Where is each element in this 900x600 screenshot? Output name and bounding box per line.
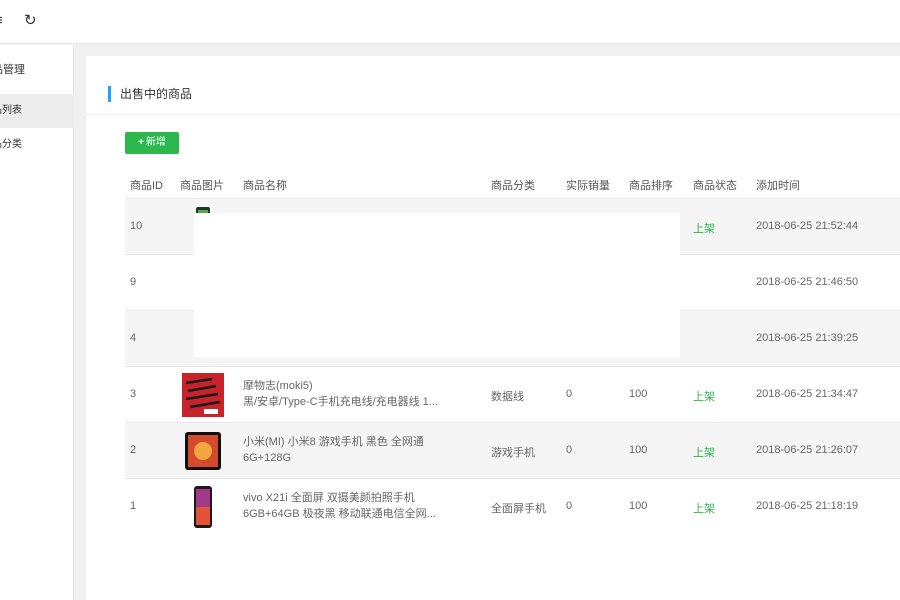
cell-time: 2018-06-25 21:26:07 [756, 444, 859, 456]
add-button-label: 新增 [145, 137, 166, 148]
cell-category: 全面屏手机 [491, 503, 546, 515]
cell-name: 摩物志(moki5) 黑/安卓/Type-C手机充电线/充电器线 1... [243, 378, 458, 410]
page-title: 出售中的商品 [108, 86, 192, 102]
cell-time: 2018-06-25 21:52:44 [756, 220, 859, 232]
cell-sort: 100 [629, 500, 648, 512]
cell-sort: 100 [629, 388, 648, 400]
table-row[interactable]: 1 vivo X21i 全面屏 双摄美颜拍照手机 6GB+64GB 极夜黑 移动… [125, 478, 900, 534]
table-row[interactable]: 2 小米(MI) 小米8 游戏手机 黑色 全网通 6G+128G 游戏手机 0 … [125, 422, 900, 478]
status-badge[interactable]: 上架 [693, 220, 715, 236]
product-name-line2: 6GB+64GB 极夜黑 移动联通电信全网... [243, 508, 436, 520]
cell-category: 数据线 [491, 391, 524, 403]
cell-name: 小米(MI) 小米8 游戏手机 黑色 全网通 6G+128G [243, 434, 458, 466]
plus-icon: + [138, 137, 144, 148]
cell-id: 2 [130, 444, 137, 456]
sidebar-item-product-list[interactable]: 品列表 [0, 94, 74, 128]
obscured-region [194, 213, 680, 357]
column-header-id: 商品ID [130, 180, 163, 192]
cell-id: 10 [130, 220, 143, 232]
product-name-line1: 小米(MI) 小米8 游戏手机 黑色 全网通 [243, 436, 424, 448]
top-bar: ≡ ↻ [0, 0, 900, 44]
product-thumbnail [182, 373, 224, 417]
cell-time: 2018-06-25 21:18:19 [756, 500, 859, 512]
cell-sort: 100 [629, 444, 648, 456]
column-header-sort: 商品排序 [629, 180, 673, 192]
table-header: 商品ID 商品图片 商品名称 商品分类 实际销量 商品排序 商品状态 添加时间 [125, 173, 900, 195]
status-badge[interactable]: 上架 [693, 388, 715, 404]
cell-category: 游戏手机 [491, 447, 535, 459]
title-divider [86, 114, 900, 115]
cell-id: 9 [130, 276, 137, 288]
column-header-status: 商品状态 [693, 180, 737, 192]
cell-sales: 0 [566, 500, 573, 512]
column-header-category: 商品分类 [491, 180, 535, 192]
cell-sales: 0 [566, 444, 573, 456]
product-name-line1: vivo X21i 全面屏 双摄美颜拍照手机 [243, 492, 415, 504]
status-badge[interactable]: 上架 [693, 444, 715, 460]
product-name-line1: 摩物志(moki5) [243, 380, 313, 392]
menu-icon[interactable]: ≡ [0, 12, 3, 30]
product-thumbnail [185, 432, 221, 470]
cell-time: 2018-06-25 21:34:47 [756, 388, 859, 400]
cell-time: 2018-06-25 21:39:25 [756, 332, 859, 344]
add-product-button[interactable]: + 新增 [125, 132, 179, 154]
cell-sales: 0 [566, 388, 573, 400]
cell-id: 3 [130, 388, 137, 400]
status-badge[interactable]: 上架 [693, 500, 715, 516]
product-name-line2: 6G+128G [243, 452, 292, 464]
product-thumbnail [194, 486, 212, 528]
refresh-icon[interactable]: ↻ [24, 12, 37, 30]
cell-id: 1 [130, 500, 137, 512]
cell-time: 2018-06-25 21:46:50 [756, 276, 859, 288]
column-header-time: 添加时间 [756, 180, 800, 192]
sidebar-section-title[interactable]: 品管理 [0, 61, 25, 77]
sidebar-item-product-category[interactable]: 品分类 [0, 128, 74, 162]
column-header-sales: 实际销量 [566, 180, 610, 192]
table-row[interactable]: 3 摩物志(moki5) 黑/安卓/Type-C手机充电线/充电器线 1... … [125, 366, 900, 422]
column-header-image: 商品图片 [180, 180, 224, 192]
cell-id: 4 [130, 332, 137, 344]
column-header-name: 商品名称 [243, 180, 287, 192]
product-name-line2: 黑/安卓/Type-C手机充电线/充电器线 1... [243, 396, 438, 408]
cell-name: vivo X21i 全面屏 双摄美颜拍照手机 6GB+64GB 极夜黑 移动联通… [243, 490, 458, 522]
sidebar: 品管理 品列表 品分类 [0, 45, 74, 600]
